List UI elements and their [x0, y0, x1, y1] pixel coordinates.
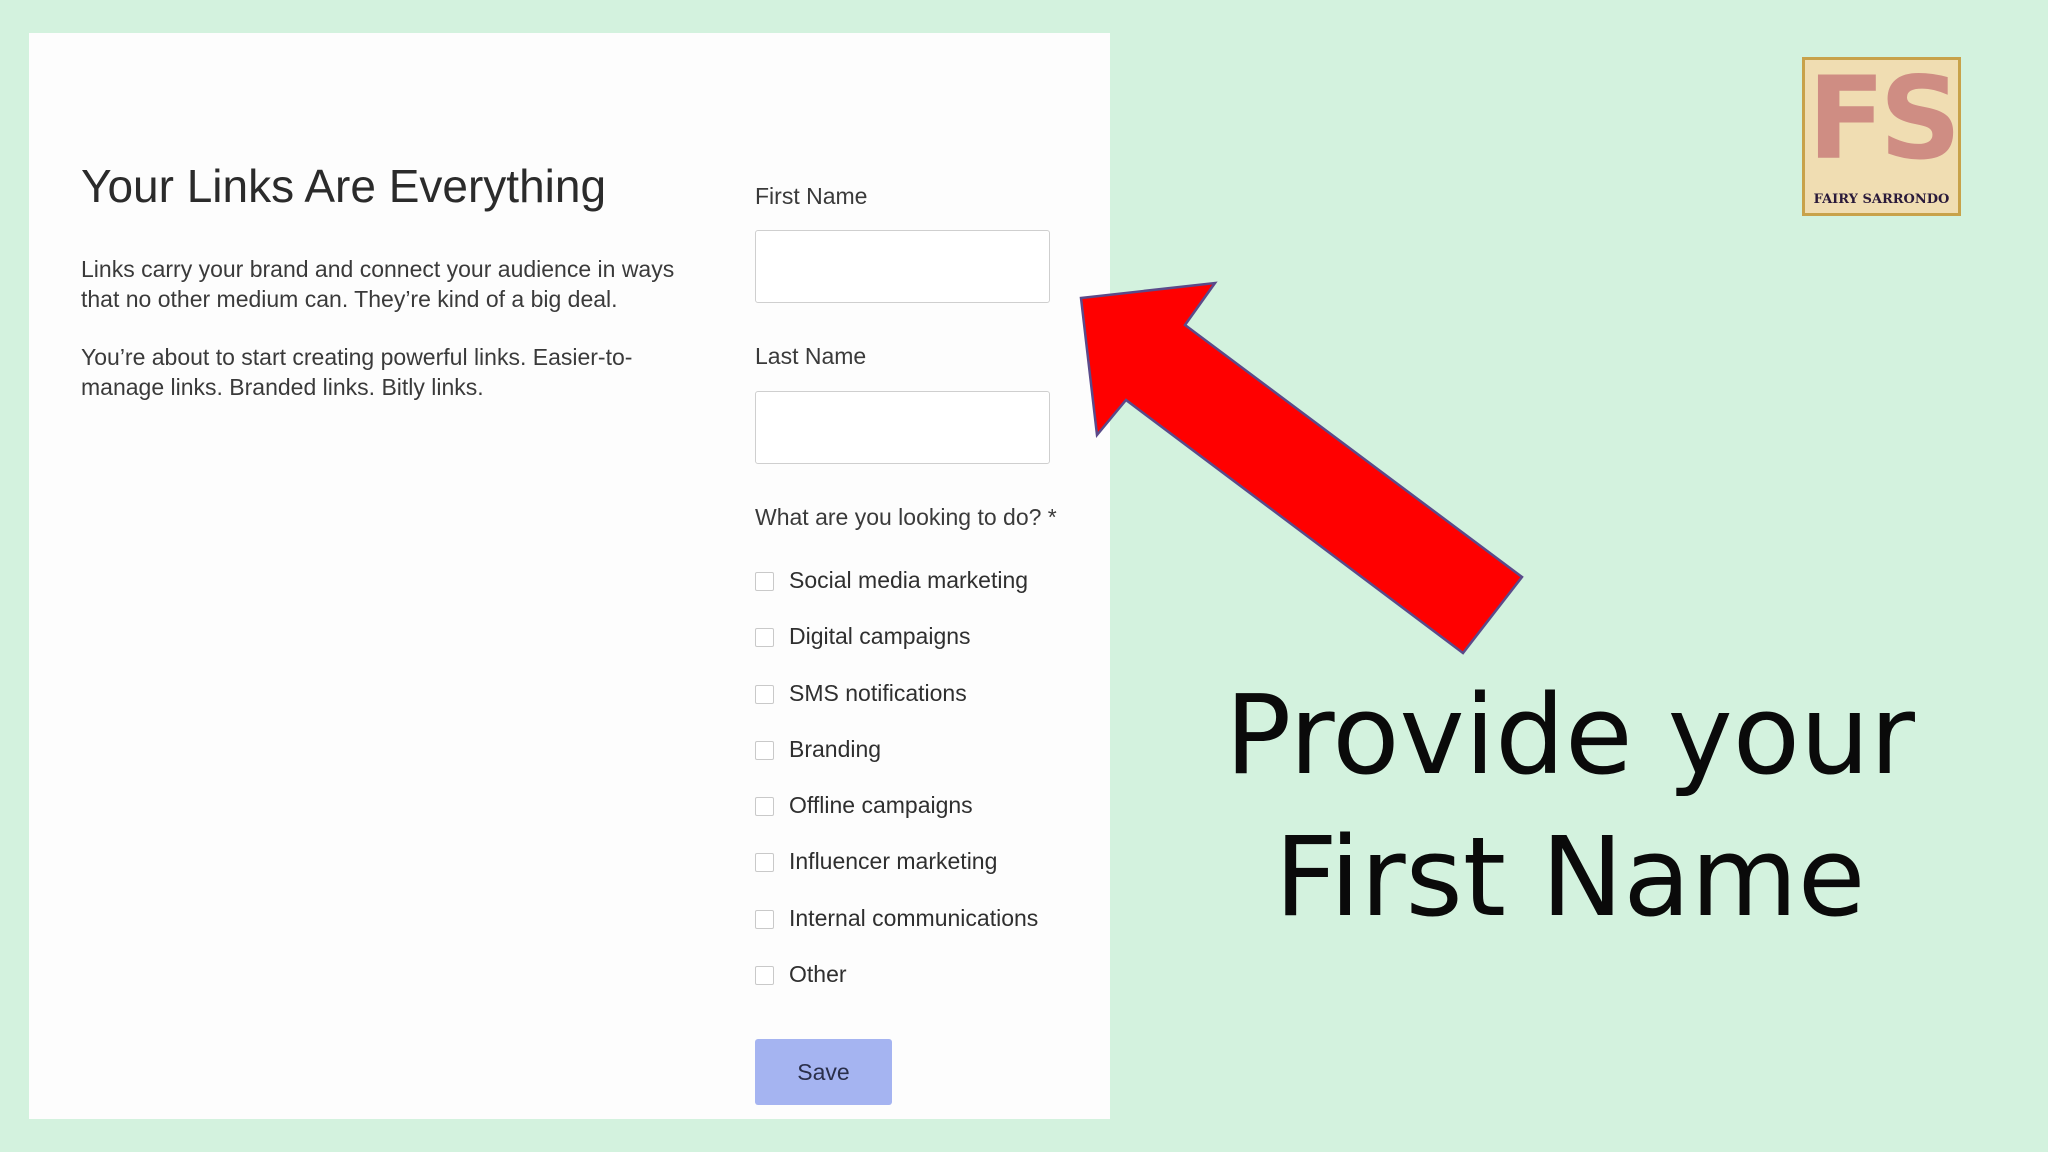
checkbox[interactable]: [755, 628, 774, 648]
checkbox[interactable]: [755, 740, 774, 760]
goal-option-digital-campaigns[interactable]: Digital campaigns: [755, 621, 1038, 677]
checkbox[interactable]: [755, 853, 774, 873]
goal-option-influencer-marketing[interactable]: Influencer marketing: [755, 846, 1038, 902]
signup-panel: Your Links Are Everything Links carry yo…: [29, 33, 1110, 1119]
checkbox-label: Digital campaigns: [789, 623, 971, 650]
checkbox[interactable]: [755, 797, 774, 817]
last-name-field[interactable]: [755, 391, 1050, 464]
logo-brand-name: FAIRY SARRONDO: [1813, 192, 1950, 207]
checkbox-label: Other: [789, 961, 847, 988]
goal-option-other[interactable]: Other: [755, 959, 1038, 1015]
logo-monogram: FS: [1807, 57, 1959, 185]
checkbox[interactable]: [755, 909, 774, 929]
checkbox-label: Offline campaigns: [789, 792, 973, 819]
annotation-caption-line-1: Provide your: [1225, 671, 1915, 799]
first-name-label: First Name: [755, 183, 868, 209]
checkbox-label: Influencer marketing: [789, 848, 998, 875]
goal-option-branding[interactable]: Branding: [755, 734, 1038, 790]
goals-question-label: What are you looking to do? *: [755, 504, 1057, 530]
goals-checkbox-list: Social media marketing Digital campaigns…: [755, 565, 1038, 1015]
intro-paragraph-1: Links carry your brand and connect your …: [81, 256, 675, 312]
brand-logo: FS FAIRY SARRONDO: [1802, 57, 1961, 216]
goal-option-internal-communications[interactable]: Internal communications: [755, 903, 1038, 959]
checkbox[interactable]: [755, 966, 774, 986]
goal-option-offline-campaigns[interactable]: Offline campaigns: [755, 790, 1038, 846]
last-name-label: Last Name: [755, 343, 867, 369]
checkbox-label: SMS notifications: [789, 679, 967, 706]
checkbox-label: Branding: [789, 735, 882, 762]
annotation-caption-line-2: First Name: [1274, 813, 1866, 941]
red-arrow-shape: [1079, 281, 1524, 655]
checkbox[interactable]: [755, 572, 774, 591]
intro-title: Your Links Are Everything: [81, 160, 607, 212]
save-button[interactable]: Save: [755, 1039, 892, 1105]
first-name-field[interactable]: [755, 230, 1050, 303]
goal-option-social-media-marketing[interactable]: Social media marketing: [755, 565, 1038, 621]
intro-paragraph-2: You’re about to start creating powerful …: [81, 344, 633, 400]
checkbox-label: Internal communications: [789, 904, 1039, 931]
checkbox-label: Social media marketing: [789, 567, 1029, 593]
checkbox[interactable]: [755, 684, 774, 704]
goal-option-sms-notifications[interactable]: SMS notifications: [755, 678, 1038, 734]
